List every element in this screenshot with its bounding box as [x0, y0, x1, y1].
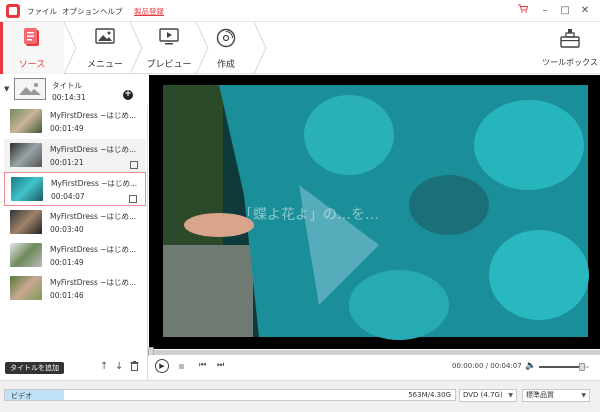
clip-item[interactable]: MyFirstDress ~はじめ... 00:03:40: [4, 206, 146, 240]
menu-image-icon: [95, 28, 115, 44]
playback-controls: ▶ ⏮ ⏭ 00:00:00 / 00:04:07 🔈: [149, 355, 600, 380]
step-burn[interactable]: 作成: [193, 22, 259, 74]
volume-level: [539, 366, 582, 368]
move-down-icon[interactable]: ↓: [115, 361, 123, 372]
clip-name: MyFirstDress ~はじめ...: [51, 179, 138, 188]
toolbox-button[interactable]: ツールボックス: [540, 22, 600, 74]
preview-monitor-icon: [159, 28, 179, 45]
quality-value: 標準品質: [526, 391, 554, 399]
disc-capacity-meter: ビデオ 563M/4.30G: [4, 389, 456, 401]
disc-size-readout: 563M/4.30G: [408, 391, 451, 399]
clip-list-panel: ▼ タイトル 00:14:31 + MyFirstDress ~はじめ... 0…: [0, 75, 148, 357]
step-menu[interactable]: メニュー: [72, 22, 138, 74]
clip-duration: 00:01:49: [50, 124, 84, 133]
subtitle-text: 「蝶よ花よ」の…を…: [239, 207, 379, 223]
previous-icon[interactable]: ⏮: [199, 360, 206, 370]
close-button[interactable]: ✕: [577, 3, 593, 19]
stop-icon[interactable]: [179, 364, 184, 369]
disc-content-label: ビデオ: [11, 392, 32, 400]
app-logo: [6, 4, 20, 18]
clip-name: MyFirstDress ~はじめ...: [50, 245, 137, 254]
next-icon[interactable]: ⏭: [217, 360, 224, 370]
disc-burn-icon: [216, 28, 236, 48]
title-group-duration: 00:14:31: [52, 93, 86, 102]
volume-handle[interactable]: [578, 363, 585, 371]
step-separator: [254, 22, 267, 74]
edit-icon[interactable]: [129, 195, 137, 203]
image-placeholder-icon: [19, 83, 41, 95]
clip-name: MyFirstDress ~はじめ...: [50, 278, 137, 287]
menu-help[interactable]: ヘルプ: [100, 6, 123, 17]
video-preview[interactable]: 「蝶よ花よ」の…を…: [149, 75, 600, 349]
chevron-down-icon: ▼: [508, 392, 513, 399]
step-toolbar: ソース メニュー プレビュー 作成 ツールボックス: [0, 22, 600, 74]
step-source-label: ソース: [18, 60, 46, 70]
menu-file[interactable]: ファイル: [27, 6, 57, 17]
toolbox-icon: [560, 29, 580, 48]
video-frame: 「蝶よ花よ」の…を…: [163, 85, 589, 340]
clip-duration: 00:01:49: [50, 258, 84, 267]
step-menu-label: メニュー: [86, 60, 123, 70]
clip-item[interactable]: MyFirstDress ~はじめ... 00:01:21: [4, 139, 146, 173]
delete-icon[interactable]: [130, 361, 139, 374]
volume-slider[interactable]: [539, 363, 589, 371]
collapse-arrow-icon[interactable]: ▼: [4, 85, 9, 93]
quality-select[interactable]: 標準品質 ▼: [522, 389, 590, 402]
volume-icon[interactable]: 🔈: [525, 361, 536, 371]
toolbox-label: ツールボックス: [542, 58, 598, 67]
edit-icon[interactable]: [130, 161, 138, 169]
menu-options[interactable]: オプション: [62, 6, 100, 17]
step-burn-label: 作成: [216, 60, 235, 70]
clip-name: MyFirstDress ~はじめ...: [50, 145, 137, 154]
title-group-label: タイトル: [52, 81, 82, 90]
clip-duration: 00:01:46: [50, 291, 84, 300]
clip-name: MyFirstDress ~はじめ...: [50, 212, 137, 221]
move-up-icon[interactable]: ↑: [100, 361, 108, 372]
title-bar: ファイル オプション ヘルプ 製品登録 – □ ✕: [0, 0, 600, 22]
clip-thumbnail: [10, 276, 42, 300]
list-action-bar: タイトルを追加 ↑ ↓: [0, 357, 148, 380]
play-icon[interactable]: ▶: [155, 359, 169, 373]
clip-thumbnail: [10, 210, 42, 234]
cart-icon[interactable]: [515, 3, 531, 19]
title-thumbnail: [14, 78, 46, 100]
minimize-button[interactable]: –: [537, 3, 553, 19]
clip-thumbnail: [10, 243, 42, 267]
clip-name: MyFirstDress ~はじめ...: [50, 111, 137, 120]
disc-usage-bar: ビデオ 563M/4.30G DVD (4.7G) ▼ 標準品質 ▼: [0, 380, 600, 412]
clip-thumbnail: [10, 143, 42, 167]
maximize-button[interactable]: □: [557, 3, 573, 19]
clip-item[interactable]: MyFirstDress ~はじめ... 00:01:49: [4, 239, 146, 273]
clip-duration: 00:03:40: [50, 225, 84, 234]
step-source[interactable]: ソース: [0, 22, 64, 74]
clip-item[interactable]: MyFirstDress ~はじめ... 00:01:46: [4, 272, 146, 306]
add-title-button[interactable]: タイトルを追加: [5, 362, 64, 374]
time-readout: 00:00:00 / 00:04:07: [452, 362, 522, 370]
disc-type-select[interactable]: DVD (4.7G) ▼: [459, 389, 517, 402]
clip-duration: 00:04:07: [51, 192, 85, 201]
clip-item[interactable]: MyFirstDress ~はじめ... 00:01:49: [4, 105, 146, 139]
source-icon: [24, 28, 39, 46]
clip-thumbnail: [11, 177, 43, 201]
add-clip-plus-icon[interactable]: +: [123, 90, 133, 100]
chevron-down-icon: ▼: [581, 392, 586, 399]
title-group-row[interactable]: ▼ タイトル 00:14:31 +: [0, 75, 148, 105]
clip-thumbnail: [10, 109, 42, 133]
clip-duration: 00:01:21: [50, 158, 84, 167]
menu-register[interactable]: 製品登録: [134, 6, 164, 17]
clip-item-selected[interactable]: MyFirstDress ~はじめ... 00:04:07: [4, 172, 146, 206]
disc-type-value: DVD (4.7G): [463, 391, 503, 399]
